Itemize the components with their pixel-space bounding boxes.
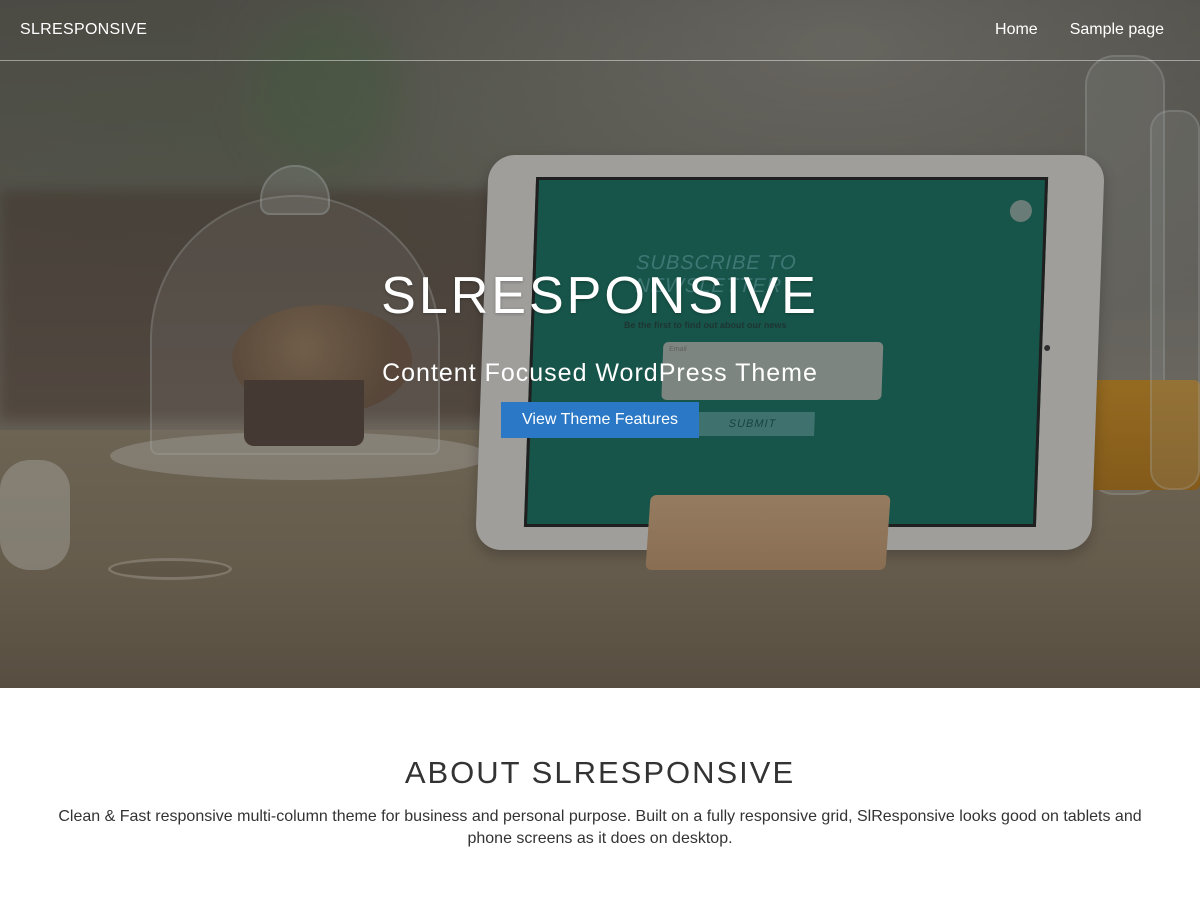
nav-link-home[interactable]: Home [995, 21, 1038, 39]
view-theme-features-button[interactable]: View Theme Features [501, 402, 699, 438]
about-title: ABOUT SLRESPONSIVE [404, 755, 796, 790]
site-brand-link[interactable]: SLRESPONSIVE [20, 21, 147, 39]
about-text: Clean & Fast responsive multi-column the… [58, 808, 1142, 847]
nav-menu: Home Sample page [995, 21, 1180, 39]
hero-subtitle: Content Focused WordPress Theme [382, 359, 818, 387]
hero-section: SUBSCRIBE TO NEWSLETTER Be the first to … [0, 0, 1200, 688]
hero-title: SLRESPONSIVE [381, 267, 819, 325]
nav-link-sample-page[interactable]: Sample page [1070, 21, 1164, 39]
top-navbar: SLRESPONSIVE Home Sample page [0, 0, 1200, 61]
about-section: ABOUT SLRESPONSIVE Clean & Fast responsi… [0, 688, 1200, 900]
hero-dark-overlay [0, 0, 1200, 688]
